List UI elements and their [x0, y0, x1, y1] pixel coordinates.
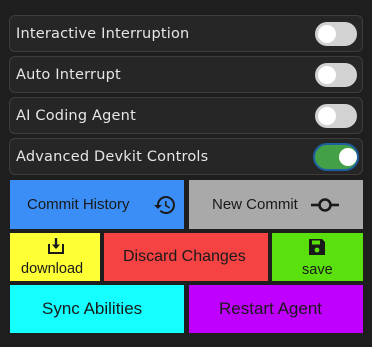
- toggle-knob: [318, 25, 336, 43]
- interactive-interruption-toggle[interactable]: [315, 22, 357, 46]
- toggle-row-interactive-interruption: Interactive Interruption: [9, 15, 363, 52]
- restart-agent-label: Restart Agent: [219, 299, 323, 318]
- download-label: download: [21, 261, 84, 277]
- git-commit-icon: [310, 194, 340, 221]
- toggle-label: AI Coding Agent: [16, 108, 136, 124]
- download-icon: [47, 237, 65, 260]
- auto-interrupt-toggle[interactable]: [315, 63, 357, 87]
- advanced-devkit-controls-toggle[interactable]: [313, 143, 359, 171]
- commit-history-button[interactable]: Commit History: [10, 180, 184, 229]
- sync-abilities-button[interactable]: Sync Abilities: [10, 285, 184, 333]
- new-commit-button[interactable]: New Commit: [189, 180, 363, 229]
- toggle-row-auto-interrupt: Auto Interrupt: [9, 56, 363, 93]
- restart-agent-button[interactable]: Restart Agent: [189, 285, 363, 333]
- sync-abilities-label: Sync Abilities: [42, 299, 143, 318]
- toggle-row-advanced-devkit-controls: Advanced Devkit Controls: [9, 138, 363, 175]
- toggle-knob: [318, 66, 336, 84]
- toggle-label: Advanced Devkit Controls: [16, 149, 209, 165]
- toggle-row-ai-coding-agent: AI Coding Agent: [9, 97, 363, 134]
- discard-changes-button[interactable]: Discard Changes: [104, 233, 268, 281]
- new-commit-label: New Commit: [212, 196, 298, 213]
- save-icon: [308, 238, 326, 261]
- toggle-knob: [318, 107, 336, 125]
- discard-changes-label: Discard Changes: [123, 248, 246, 265]
- save-label: save: [302, 262, 333, 278]
- toggle-label: Auto Interrupt: [16, 67, 121, 83]
- toggle-knob: [339, 148, 357, 166]
- download-button[interactable]: download: [10, 233, 100, 281]
- toggle-label: Interactive Interruption: [16, 26, 190, 42]
- history-icon: [153, 193, 177, 222]
- commit-history-label: Commit History: [27, 196, 130, 213]
- save-button[interactable]: save: [272, 233, 363, 281]
- ai-coding-agent-toggle[interactable]: [315, 104, 357, 128]
